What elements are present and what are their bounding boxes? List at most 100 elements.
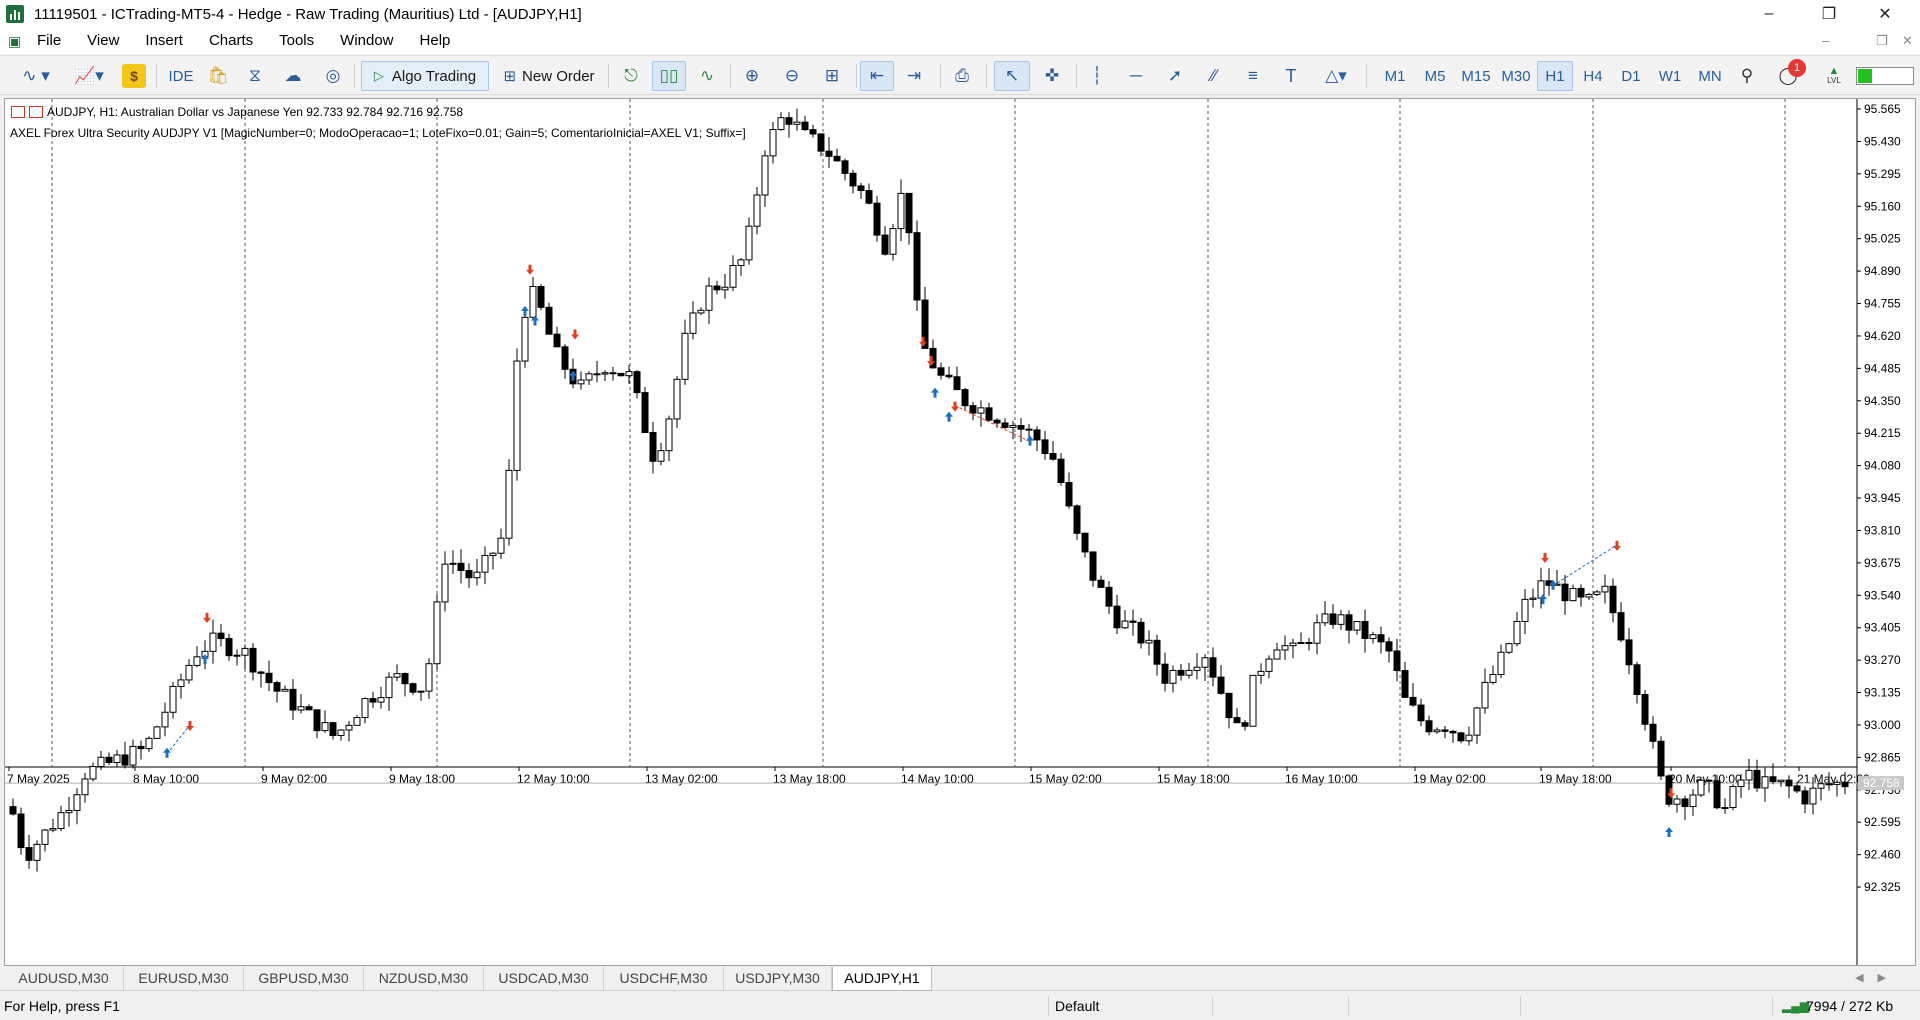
chart-window[interactable]: 95.565 95.430 95.295 95.160 95.025 94.890 94.7…: [4, 98, 1916, 966]
algo-trading-button[interactable]: ▷ Algo Trading: [361, 61, 489, 91]
grid-icon[interactable]: ⊞: [816, 61, 848, 91]
candle-bear: [17, 813, 25, 849]
tab-scroll-arrows[interactable]: ◀▶: [1855, 971, 1900, 984]
dollar-icon[interactable]: $: [122, 64, 146, 88]
tab-audusd[interactable]: AUDUSD,M30: [4, 967, 124, 990]
line-chart-icon[interactable]: ∿ ▾: [14, 61, 58, 91]
candle-bear: [561, 346, 569, 370]
shift-icon[interactable]: ⇥: [898, 61, 930, 91]
candle-bull: [73, 794, 81, 811]
price-chart[interactable]: 95.565 95.430 95.295 95.160 95.025 94.890 94.7…: [5, 99, 1915, 965]
trade-link-line: [1552, 544, 1618, 587]
candle-bull: [1673, 798, 1681, 805]
candle-bear: [801, 121, 809, 131]
toolbar: ∿ ▾ 📈▾ $ IDE 🛍 ⧖ ☁ ◎ ▷ Algo Trading ⊞ New …: [0, 55, 1920, 95]
screenshot-icon[interactable]: ⎙: [946, 61, 978, 91]
shapes-icon[interactable]: △▾: [1314, 61, 1358, 91]
title-bar: 11119501 - ICTrading-MT5-4 - Hedge - Raw…: [0, 0, 1920, 28]
ide-button[interactable]: IDE: [164, 61, 198, 91]
status-profile[interactable]: Default: [1055, 992, 1099, 1020]
tab-usdcad[interactable]: USDCAD,M30: [484, 967, 604, 990]
candle-bear: [313, 709, 321, 732]
signal-icon[interactable]: ⧖: [240, 61, 270, 91]
vertical-line-icon[interactable]: ┆: [1082, 61, 1112, 91]
candle-bull: [1257, 670, 1265, 676]
chart-close-button[interactable]: ✕: [1902, 33, 1913, 49]
candle-bull: [1281, 645, 1289, 651]
candle-bear: [841, 160, 849, 174]
tab-usdchf[interactable]: USDCHF,M30: [604, 967, 724, 990]
horizontal-line-icon[interactable]: ─: [1120, 61, 1152, 91]
zoom-in-icon[interactable]: ⊕: [736, 61, 768, 91]
timeframe-m5[interactable]: M5: [1418, 61, 1452, 91]
candle-bull: [353, 717, 361, 726]
search-icon[interactable]: ⚲: [1732, 61, 1762, 91]
tab-audjpy[interactable]: AUDJPY,H1: [832, 967, 932, 991]
candle-bull: [1297, 642, 1305, 645]
channel-icon[interactable]: ∕∕: [1198, 61, 1230, 91]
market-bag-icon[interactable]: 🛍: [204, 61, 232, 91]
candle-bull: [977, 407, 985, 414]
tab-gbpusd[interactable]: GBPUSD,M30: [244, 967, 364, 990]
candle-bear: [1561, 583, 1569, 602]
bar-chart-icon[interactable]: ⎋: [616, 61, 646, 91]
menu-tools[interactable]: Tools: [266, 28, 327, 54]
candle-bull: [177, 679, 185, 687]
menu-file[interactable]: File: [24, 28, 74, 54]
menu-insert[interactable]: Insert: [132, 28, 196, 54]
menu-help[interactable]: Help: [407, 28, 464, 54]
timeframe-mn[interactable]: MN: [1692, 61, 1728, 91]
candlestick-icon[interactable]: ▯▯: [652, 61, 686, 91]
timeframe-m1[interactable]: M1: [1378, 61, 1412, 91]
maximize-button[interactable]: ❐: [1806, 0, 1852, 28]
new-order-button[interactable]: ⊞ New Order: [496, 61, 602, 91]
time-label: 15 May 18:00: [1157, 772, 1230, 786]
candle-bear: [785, 117, 793, 125]
text-icon[interactable]: T: [1276, 61, 1306, 91]
vps-icon[interactable]: ◎: [318, 61, 348, 91]
minimize-button[interactable]: –: [1746, 0, 1792, 28]
crosshair-icon[interactable]: ✜: [1036, 61, 1068, 91]
chart-restore-button[interactable]: ❐: [1876, 33, 1888, 49]
chart-minimize-button[interactable]: –: [1822, 33, 1829, 48]
price-label: 93.675: [1864, 556, 1901, 570]
timeframe-h1[interactable]: H1: [1537, 61, 1573, 91]
timeframe-m30[interactable]: M30: [1497, 61, 1535, 91]
line-chart-type-icon[interactable]: ∿: [692, 61, 722, 91]
tab-nzdusd[interactable]: NZDUSD,M30: [364, 967, 484, 990]
menu-window[interactable]: Window: [327, 28, 406, 54]
candle-bull: [689, 312, 697, 334]
notifications-icon[interactable]: ◯ 1: [1770, 59, 1806, 91]
timeframe-d1[interactable]: D1: [1614, 61, 1648, 91]
cloud-icon[interactable]: ☁: [278, 61, 308, 91]
candle-bull: [361, 698, 369, 719]
autoscroll-icon[interactable]: ⇤: [860, 61, 894, 91]
candle-bear: [137, 745, 145, 750]
menu-view[interactable]: View: [74, 28, 132, 54]
candle-bear: [1681, 798, 1689, 808]
tab-eurusd[interactable]: EURUSD,M30: [124, 967, 244, 990]
candle-bull: [489, 552, 497, 556]
candle-bull: [1777, 779, 1785, 783]
candle-bull: [1513, 620, 1521, 645]
timeframe-w1[interactable]: W1: [1653, 61, 1687, 91]
connection-icon[interactable]: ▂▄▆: [1782, 992, 1809, 1020]
candle-bear: [1441, 729, 1449, 732]
trendline-icon[interactable]: ➚: [1160, 61, 1190, 91]
zoom-out-icon[interactable]: ⊖: [776, 61, 808, 91]
close-button[interactable]: ✕: [1862, 0, 1908, 28]
lvl-icon[interactable]: ▲ LVL: [1818, 61, 1850, 91]
indicator-icon[interactable]: 📈▾: [66, 61, 112, 91]
cursor-icon[interactable]: ↖: [994, 61, 1030, 91]
candle-bear: [1233, 717, 1241, 724]
timeframe-h4[interactable]: H4: [1576, 61, 1610, 91]
fibonacci-icon[interactable]: ≡: [1238, 61, 1268, 91]
candle-bear: [1425, 720, 1433, 733]
tab-usdjpy[interactable]: USDJPY,M30: [724, 967, 832, 990]
candle-bear: [1049, 453, 1057, 460]
chart-menu-icon[interactable]: ▣: [8, 33, 24, 49]
candle-bull: [65, 809, 73, 814]
menu-charts[interactable]: Charts: [196, 28, 266, 54]
candle-bull: [1569, 587, 1577, 602]
timeframe-m15[interactable]: M15: [1457, 61, 1495, 91]
